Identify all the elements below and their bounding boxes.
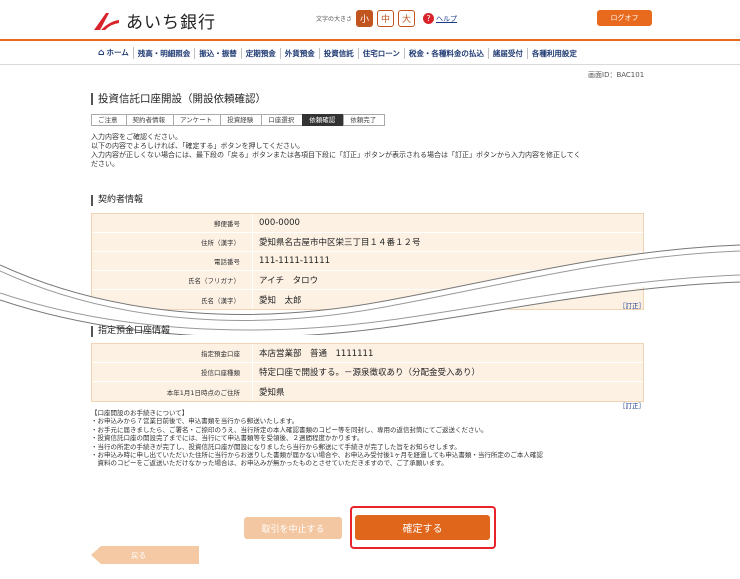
- back-button[interactable]: 戻る: [91, 546, 199, 564]
- global-nav: ⌂ ホーム 残高・明細照会 振込・振替 定期預金 外貨預金 投資信託 住宅ローン …: [0, 41, 740, 65]
- phone-value: 111-1111-11111: [252, 252, 643, 270]
- screen-id: 画面ID：BAC101: [588, 71, 645, 79]
- step-notice: ご注意: [91, 114, 127, 126]
- notes-item: ・当行の所定の手続きが完了し、投資信託口座が開設になりましたら当行から郵送にて手…: [91, 442, 461, 451]
- postal-code-value: 000-0000: [252, 214, 643, 232]
- contractor-row: 氏名（漢字） 愛知 太郎: [92, 290, 643, 309]
- step-experience: 投資経験: [220, 114, 263, 126]
- logout-button[interactable]: ログオフ: [597, 10, 652, 26]
- font-size-large-button[interactable]: 大: [398, 10, 416, 27]
- nav-time-deposit[interactable]: 定期預金: [242, 47, 281, 59]
- residence-value: 愛知県: [252, 382, 643, 401]
- page-title: 投資信託口座開設（開設依頼確認）: [91, 93, 266, 105]
- contractor-info-box: 郵便番号 000-0000 住所（漢字） 愛知県名古屋市中区栄三丁目１４番１２号…: [91, 213, 644, 310]
- address-label: 住所（漢字）: [201, 239, 240, 247]
- intro-text: 入力内容をご確認ください。 以下の内容でよろしければ、「確定する」ボタンを押して…: [91, 133, 651, 169]
- intro-line-4: ださい。: [91, 160, 119, 168]
- help-icon: ?: [423, 13, 435, 24]
- font-size-small-button[interactable]: 小: [356, 10, 374, 27]
- contractor-fix-link[interactable]: ［訂正］: [619, 300, 645, 310]
- account-row: 本年1月1日時点のご住所 愛知県: [92, 382, 643, 401]
- step-confirm: 依頼確認: [302, 114, 345, 126]
- nav-balance[interactable]: 残高・明細照会: [134, 47, 196, 59]
- notes-item: 資料のコピーをご返送いただけなかった場合は、お申込みが無かったものとさせていただ…: [91, 459, 448, 468]
- font-size-medium-button[interactable]: 中: [377, 10, 395, 27]
- account-section-title: 指定預金口座情報: [91, 326, 170, 337]
- account-row: 指定預金口座 本店営業部 普通 1111111: [92, 344, 643, 363]
- font-size-label: 文字の大きさ: [316, 16, 353, 23]
- nav-housing-loan[interactable]: 住宅ローン: [359, 47, 405, 59]
- trust-account-type-label: 投信口座種類: [201, 369, 240, 377]
- nav-foreign-deposit[interactable]: 外貨預金: [281, 47, 320, 59]
- nav-home[interactable]: ⌂ ホーム: [94, 47, 134, 59]
- procedure-notes: 【口座開設のお手続きについて】 ・お申込みから７営業日前後で、申込書類を当行から…: [91, 409, 661, 468]
- intro-line-1: 入力内容をご確認ください。: [91, 133, 182, 141]
- home-icon: ⌂: [98, 48, 105, 58]
- deposit-account-label: 指定預金口座: [201, 350, 240, 358]
- contractor-row: 氏名（フリガナ） アイチ タロウ: [92, 271, 643, 290]
- nav-investment-trust[interactable]: 投資信託: [320, 47, 359, 59]
- contractor-row: 住所（漢字） 愛知県名古屋市中区栄三丁目１４番１２号: [92, 233, 643, 252]
- name-kana-label: 氏名（フリガナ）: [188, 277, 240, 285]
- font-size-switcher: 文字の大きさ 小 中 大 ? ヘルプ: [316, 10, 457, 27]
- name-kanji-value: 愛知 太郎: [252, 290, 643, 309]
- step-survey: アンケート: [173, 114, 222, 126]
- contractor-section-title: 契約者情報: [91, 195, 143, 206]
- step-contractor-info: 契約者情報: [125, 114, 174, 126]
- intro-line-3: 入力内容が正しくない場合には、最下段の「戻る」ボタンまたは各項目下段に「訂正」ボ…: [91, 151, 581, 159]
- contractor-row: 郵便番号 000-0000: [92, 214, 643, 233]
- account-info-box: 指定預金口座 本店営業部 普通 1111111 投信口座種類 特定口座で開設する…: [91, 343, 644, 402]
- cancel-transaction-button[interactable]: 取引を中止する: [244, 517, 342, 539]
- back-button-label: 戻る: [131, 551, 146, 560]
- phone-label: 電話番号: [214, 258, 240, 266]
- progress-steps: ご注意 契約者情報 アンケート 投資経験 口座選択 依頼確認 依頼完了: [91, 114, 386, 126]
- account-row: 投信口座種類 特定口座で開設する。－源泉徴収あり（分配金受入あり）: [92, 363, 643, 382]
- notes-item: ・お手元に届きましたら、ご署名・ご捺印のうえ、当行所定の本人確認書類のコピー等を…: [91, 425, 488, 434]
- help-label: ヘルプ: [436, 14, 458, 23]
- nav-applications[interactable]: 諸届受付: [489, 47, 528, 59]
- bank-name: あいち銀行: [126, 13, 216, 33]
- help-link[interactable]: ? ヘルプ: [423, 13, 457, 24]
- step-account-select: 口座選択: [261, 114, 304, 126]
- deposit-account-value: 本店営業部 普通 1111111: [252, 344, 643, 362]
- intro-line-2: 以下の内容でよろしければ、「確定する」ボタンを押してください。: [91, 142, 305, 150]
- nav-tax-payment[interactable]: 税金・各種料金の払込: [405, 47, 489, 59]
- name-kanji-label: 氏名（漢字）: [201, 296, 240, 305]
- residence-label: 本年1月1日時点のご住所: [166, 388, 240, 397]
- nav-home-label: ホーム: [106, 48, 129, 57]
- address-value: 愛知県名古屋市中区栄三丁目１４番１２号: [252, 233, 643, 251]
- step-complete: 依頼完了: [343, 114, 386, 126]
- nav-settings[interactable]: 各種利用設定: [528, 48, 581, 59]
- notes-item: ・お申込みから７営業日前後で、申込書類を当行から郵送いたします。: [91, 417, 299, 426]
- postal-code-label: 郵便番号: [214, 220, 240, 228]
- header: あいち銀行 文字の大きさ 小 中 大 ? ヘルプ ログオフ: [0, 0, 740, 40]
- name-kana-value: アイチ タロウ: [252, 271, 643, 289]
- contractor-row: 電話番号 111-1111-11111: [92, 252, 643, 271]
- trust-account-type-value: 特定口座で開設する。－源泉徴収あり（分配金受入あり）: [252, 363, 643, 381]
- nav-transfer[interactable]: 振込・振替: [195, 47, 242, 59]
- notes-item: ・投資信託口座の開設完了までには、当行にて申込書類等を受領後、２週間程度かかりま…: [91, 434, 364, 443]
- bank-logo-icon: [94, 12, 119, 30]
- confirm-button[interactable]: 確定する: [355, 515, 490, 540]
- bank-logo[interactable]: あいち銀行: [92, 8, 216, 33]
